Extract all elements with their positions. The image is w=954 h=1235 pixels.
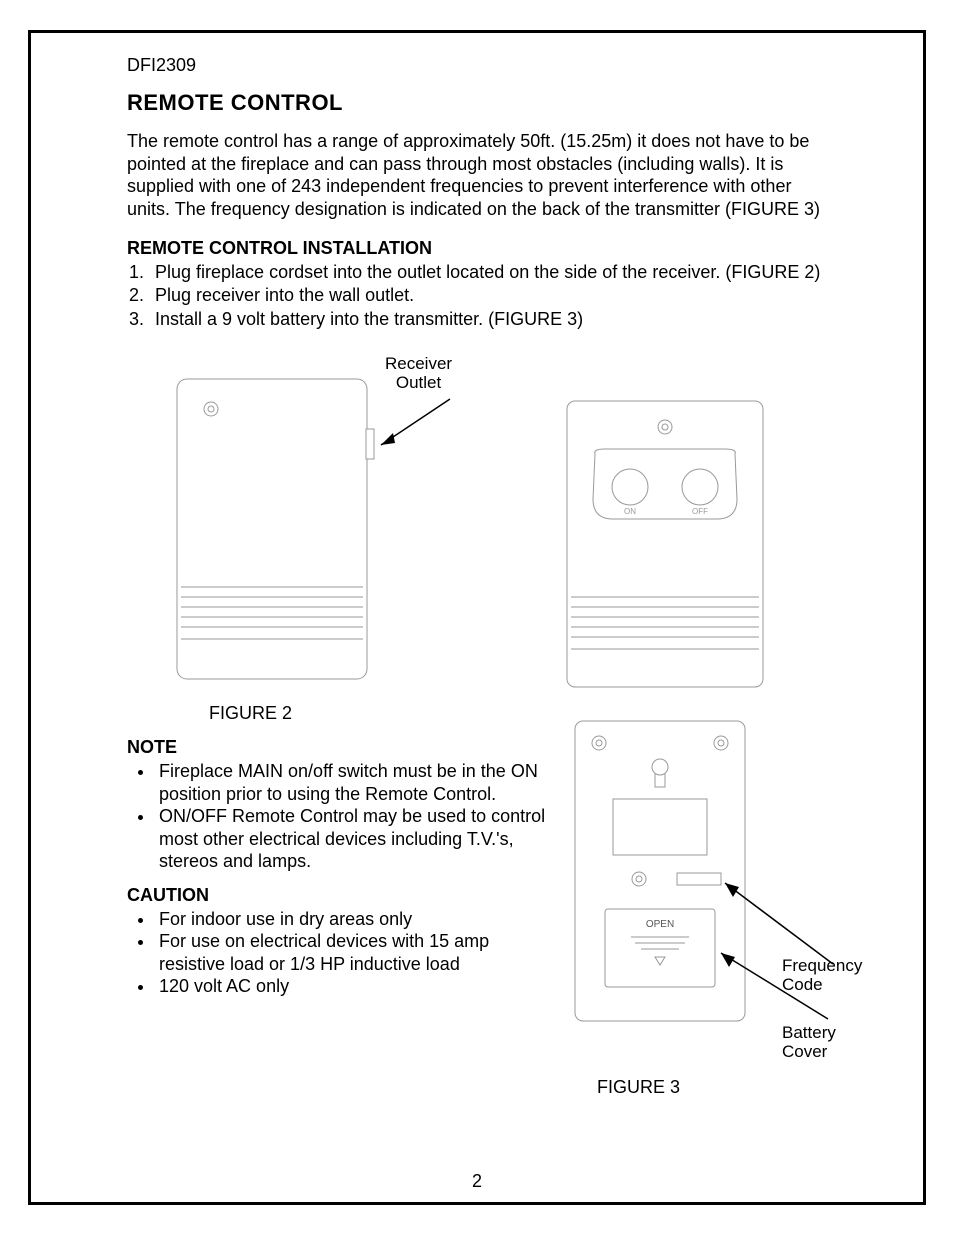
on-label: ON [624, 507, 636, 516]
figure-2-receiver [165, 349, 485, 689]
page: DFI2309 REMOTE CONTROL The remote contro… [0, 0, 954, 1235]
caution-list: For indoor use in dry areas only For use… [127, 908, 547, 998]
notes-column: NOTE Fireplace MAIN on/off switch must b… [127, 737, 547, 998]
label-text: Frequency [782, 956, 862, 975]
caution-item: 120 volt AC only [155, 975, 547, 998]
figure-2-caption: FIGURE 2 [209, 703, 292, 724]
install-steps-list: Plug fireplace cordset into the outlet l… [127, 261, 827, 331]
page-frame: DFI2309 REMOTE CONTROL The remote contro… [28, 30, 926, 1205]
install-step: Plug receiver into the wall outlet. [149, 284, 827, 307]
note-item: ON/OFF Remote Control may be used to con… [155, 805, 547, 873]
receiver-diagram [165, 349, 485, 689]
page-number: 2 [31, 1171, 923, 1192]
install-heading: REMOTE CONTROL INSTALLATION [127, 238, 827, 259]
off-label: OFF [692, 507, 708, 516]
section-title: REMOTE CONTROL [127, 90, 827, 116]
battery-cover-label: Battery Cover [782, 1024, 836, 1061]
label-text: Battery [782, 1023, 836, 1042]
model-number: DFI2309 [127, 55, 827, 76]
remote-front-svg: ON OFF [565, 399, 765, 689]
frequency-code-label: Frequency Code [782, 957, 862, 994]
note-item: Fireplace MAIN on/off switch must be in … [155, 760, 547, 805]
figures-top-row: Receiver Outlet [127, 349, 827, 729]
label-text: Cover [782, 1042, 827, 1061]
figure-3-caption: FIGURE 3 [597, 1077, 680, 1098]
install-step: Install a 9 volt battery into the transm… [149, 308, 827, 331]
lower-section: NOTE Fireplace MAIN on/off switch must b… [127, 737, 827, 1117]
note-heading: NOTE [127, 737, 547, 758]
remote-front-diagram: ON OFF [565, 399, 765, 689]
install-step: Plug fireplace cordset into the outlet l… [149, 261, 827, 284]
caution-item: For use on electrical devices with 15 am… [155, 930, 547, 975]
note-list: Fireplace MAIN on/off switch must be in … [127, 760, 547, 873]
intro-paragraph: The remote control has a range of approx… [127, 130, 827, 220]
open-label: OPEN [646, 919, 674, 930]
caution-heading: CAUTION [127, 885, 547, 906]
label-text: Code [782, 975, 823, 994]
caution-item: For indoor use in dry areas only [155, 908, 547, 931]
